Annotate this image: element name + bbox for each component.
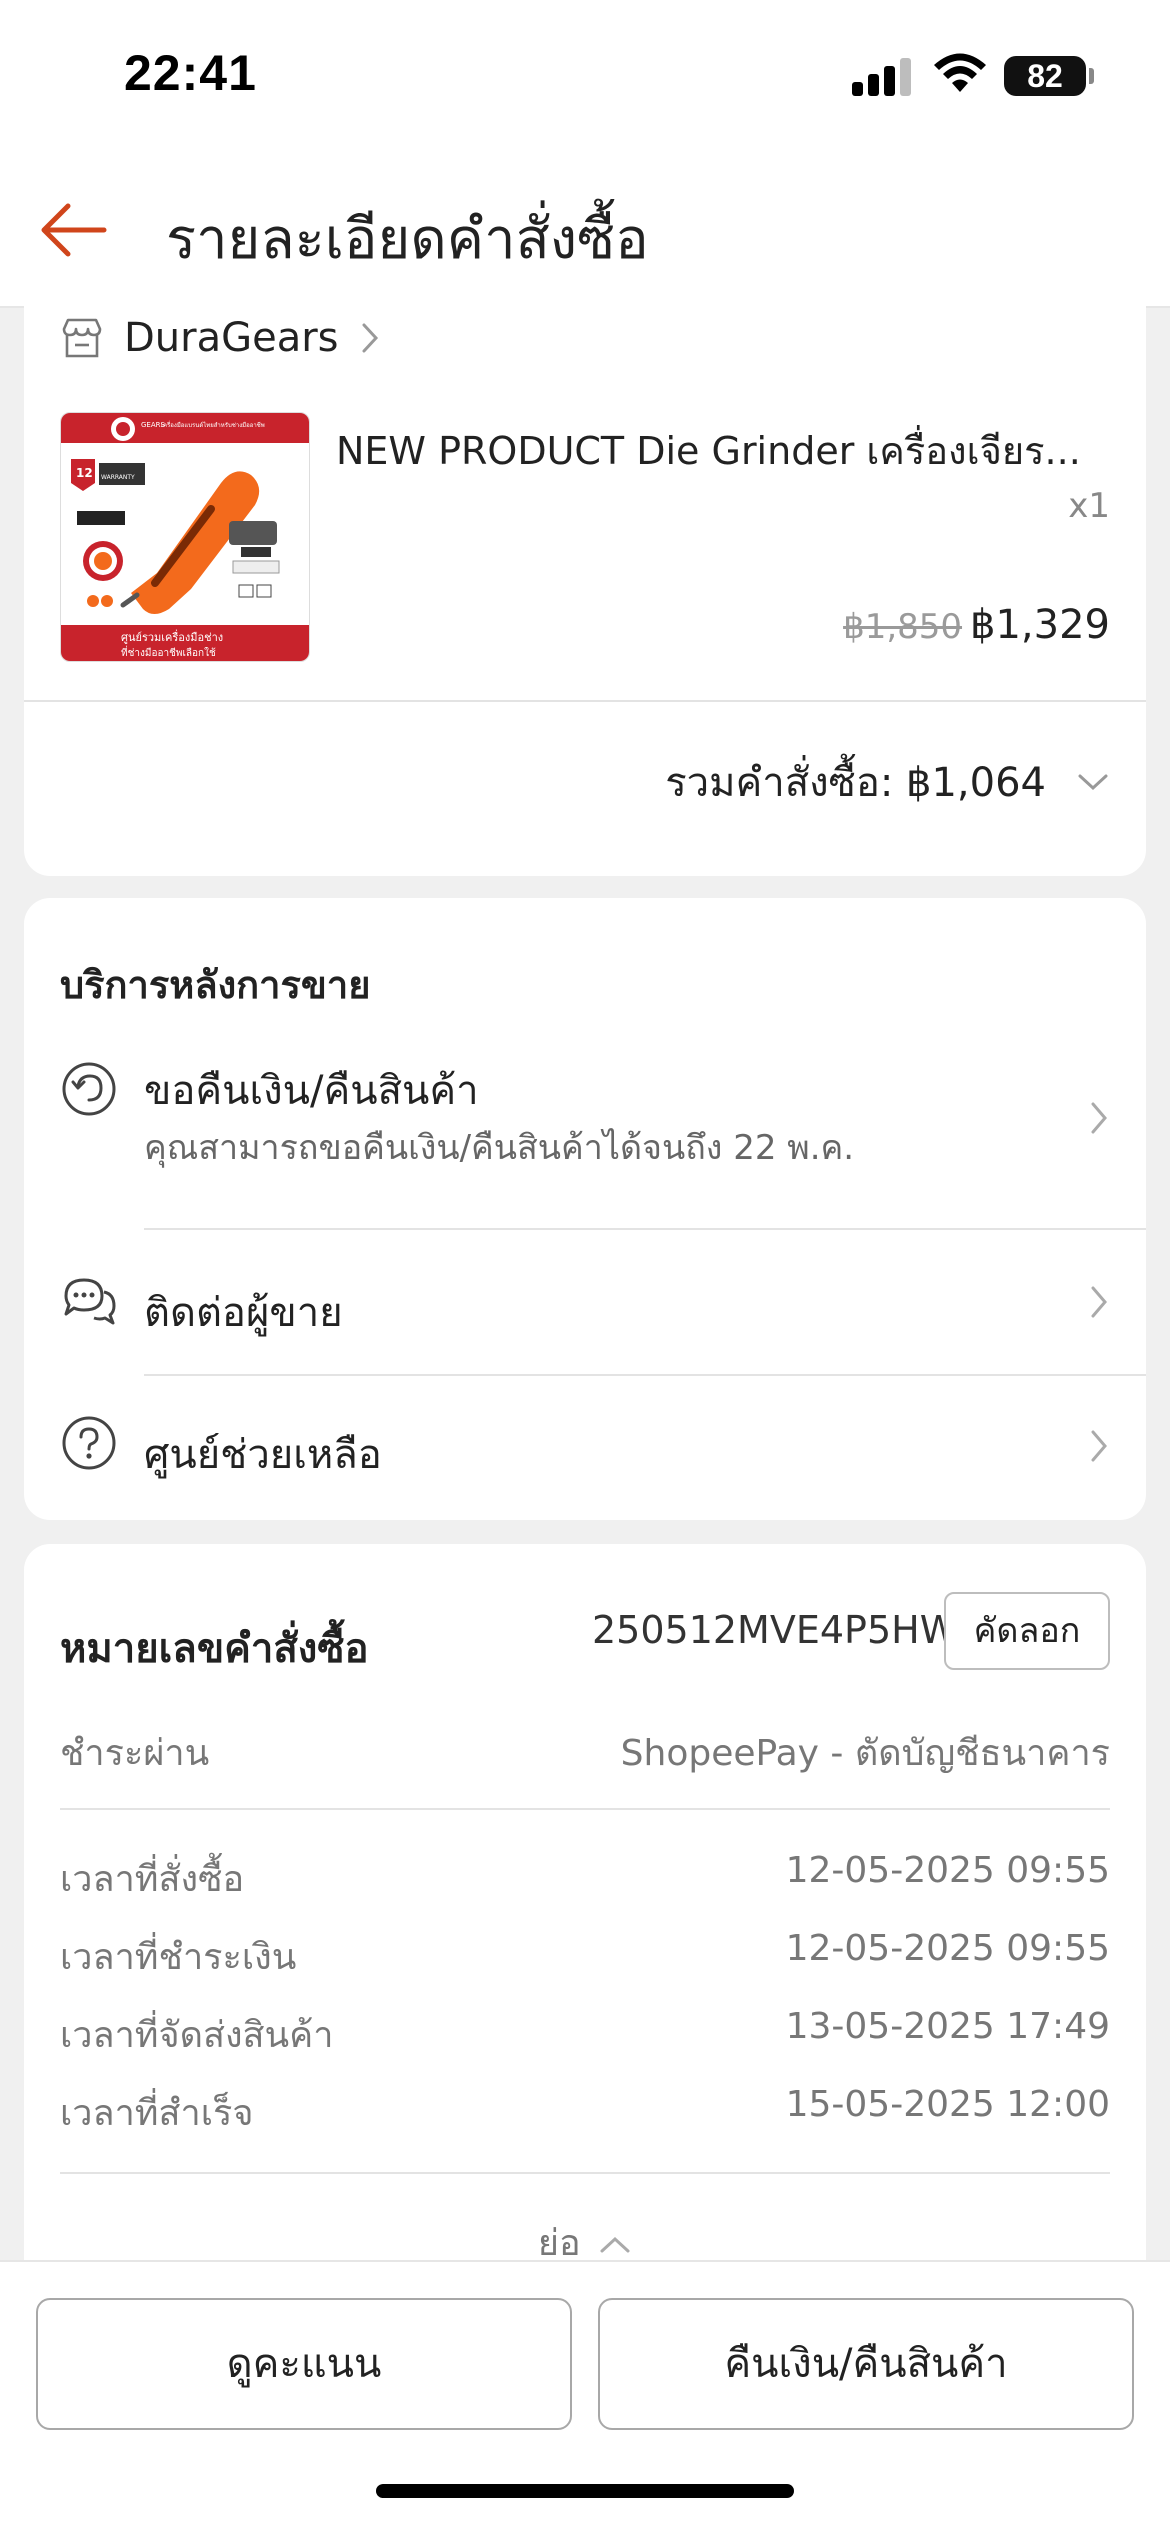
product-image[interactable]: GEARS เครื่องมือแบรนด์ไทยสำหรับช่างมืออา…	[60, 412, 310, 662]
service-label: ศูนย์ช่วยเหลือ	[144, 1432, 382, 1478]
order-number: 250512MVE4P5HW	[592, 1608, 958, 1652]
product-card: DuraGears GEARS เครื่องมือแบรนด์ไทยสำหรั…	[24, 290, 1146, 876]
time-row: เวลาที่สั่งซื้อ 12-05-2025 09:55	[60, 1850, 1110, 1907]
section-title: บริการหลังการขาย	[60, 963, 371, 1007]
time-row: เวลาที่จัดส่งสินค้า 13-05-2025 17:49	[60, 2006, 1110, 2063]
order-total-toggle[interactable]: รวมคำสั่งซื้อ: ฿1,064	[665, 750, 1110, 814]
page-title: รายละเอียดคำสั่งซื้อ	[166, 207, 649, 272]
help-icon	[62, 1416, 116, 1470]
chevron-right-icon	[1091, 1286, 1107, 1318]
divider	[60, 1808, 1110, 1810]
time-label: เวลาที่จัดส่งสินค้า	[60, 2015, 334, 2056]
wifi-icon	[934, 53, 986, 92]
chevron-right-icon	[1091, 1102, 1107, 1134]
copy-button[interactable]: คัดลอก	[944, 1592, 1110, 1670]
time-value: 12-05-2025 09:55	[785, 1850, 1110, 1891]
shop-link[interactable]: DuraGears	[60, 308, 381, 368]
chat-icon	[64, 1278, 116, 1325]
battery-indicator: 82	[1004, 56, 1086, 96]
page-header: รายละเอียดคำสั่งซื้อ	[0, 150, 1170, 308]
order-number-label: หมายเลขคำสั่งซื้อ	[60, 1626, 369, 1672]
divider	[60, 2172, 1110, 2174]
order-total: รวมคำสั่งซื้อ: ฿1,064	[665, 760, 1046, 806]
time-row: เวลาที่ชำระเงิน 12-05-2025 09:55	[60, 1928, 1110, 1985]
collapse-label: ย่อ	[537, 2223, 581, 2264]
image-bottom-line-2: ที่ช่างมืออาชีพเลือกใช้	[121, 645, 216, 659]
time-row: เวลาที่สำเร็จ 15-05-2025 12:00	[60, 2084, 1110, 2141]
chevron-right-icon	[362, 323, 378, 353]
shop-icon	[62, 318, 102, 358]
divider	[144, 1228, 1146, 1230]
time-label: เวลาที่สำเร็จ	[60, 2093, 254, 2134]
product-name[interactable]: NEW PRODUCT Die Grinder เครื่องเจียร...	[336, 420, 1126, 481]
chevron-down-icon	[1078, 774, 1108, 791]
divider	[144, 1374, 1146, 1376]
service-item-contact-seller[interactable]: ติดต่อผู้ขาย	[24, 1242, 1146, 1372]
warranty-years: 12	[76, 466, 93, 480]
service-label: ขอคืนเงิน/คืนสินค้า	[144, 1068, 479, 1114]
service-item-help-center[interactable]: ศูนย์ช่วยเหลือ	[24, 1388, 1146, 1518]
payment-row: ชำระผ่าน ShopeePay - ตัดบัญชีธนาคาร	[60, 1724, 1110, 1781]
return-refund-button[interactable]: คืนเงิน/คืนสินค้า	[598, 2298, 1134, 2430]
payment-label: ชำระผ่าน	[60, 1733, 210, 1774]
after-sales-card: บริการหลังการขาย ขอคืนเงิน/คืนสินค้า คุณ…	[24, 898, 1146, 1520]
service-subtitle: คุณสามารถขอคืนเงิน/คืนสินค้าได้จนถึง 22 …	[144, 1128, 855, 1168]
image-bottom-line-1: ศูนย์รวมเครื่องมือช่าง	[121, 629, 223, 644]
warranty-label: WARRANTY	[101, 474, 135, 481]
chevron-right-icon	[1091, 1430, 1107, 1462]
payment-value: ShopeePay - ตัดบัญชีธนาคาร	[620, 1733, 1110, 1774]
status-time: 22:41	[124, 45, 257, 101]
time-value: 15-05-2025 12:00	[785, 2084, 1110, 2125]
battery-nub	[1089, 68, 1094, 84]
cellular-signal-icon	[852, 58, 914, 96]
return-icon	[62, 1062, 116, 1116]
divider	[24, 700, 1146, 702]
original-price: ฿1,850	[843, 607, 963, 647]
price-row: ฿1,850 ฿1,329	[843, 602, 1110, 648]
shop-name: DuraGears	[124, 315, 339, 361]
service-label: ติดต่อผู้ขาย	[144, 1290, 343, 1336]
product-quantity: x1	[1068, 486, 1110, 526]
time-label: เวลาที่สั่งซื้อ	[60, 1859, 245, 1900]
service-item-return[interactable]: ขอคืนเงิน/คืนสินค้า คุณสามารถขอคืนเงิน/ค…	[24, 1048, 1146, 1208]
product-price: ฿1,329	[970, 602, 1110, 648]
time-label: เวลาที่ชำระเงิน	[60, 1937, 297, 1978]
top-banner-text: เครื่องมือแบรนด์ไทยสำหรับช่างมืออาชีพ	[161, 421, 265, 429]
status-bar: 22:41 82	[0, 0, 1170, 150]
home-indicator[interactable]	[376, 2484, 794, 2498]
time-value: 12-05-2025 09:55	[785, 1928, 1110, 1969]
bottom-action-bar: ดูคะแนน คืนเงิน/คืนสินค้า	[0, 2260, 1170, 2532]
chevron-up-icon	[600, 2236, 630, 2253]
back-arrow-icon[interactable]	[34, 190, 114, 270]
time-value: 13-05-2025 17:49	[785, 2006, 1110, 2047]
view-rating-button[interactable]: ดูคะแนน	[36, 2298, 572, 2430]
